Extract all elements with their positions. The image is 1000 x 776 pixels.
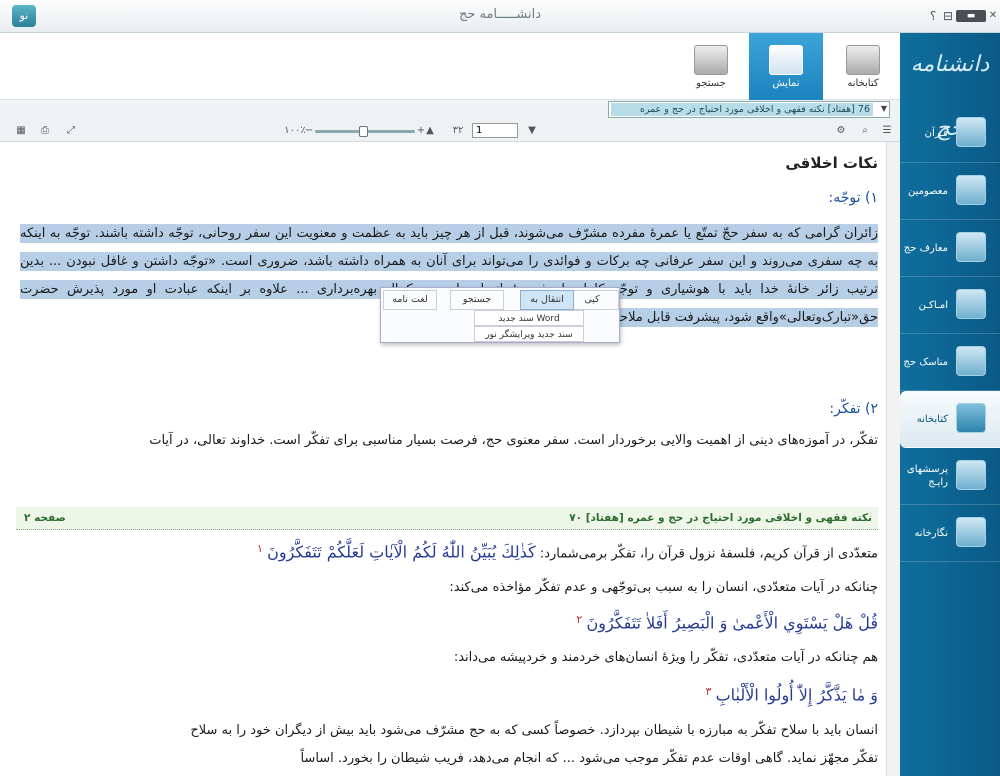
section-heading: ۲) تفکّر:	[829, 401, 878, 417]
magnifier-icon	[694, 45, 728, 75]
text-line: تفکّر مجهّز نماید. گاهی اوقات عدم تفکّر …	[300, 751, 878, 766]
book-icon	[956, 232, 986, 262]
book-bar: × 76 [هفتاد] نکته فقهی و اخلاقی مورد احت…	[0, 100, 900, 120]
window-title: دانشـــــامه حج	[458, 7, 542, 22]
vertical-scrollbar[interactable]	[886, 142, 900, 776]
page-total: ۳۲	[452, 125, 464, 136]
mosque-icon	[956, 289, 986, 319]
sidebar-item-quran[interactable]: قـرآن	[900, 105, 1000, 163]
context-menu: کپی انتقال به جستجو لغت نامه سند جدید Wo…	[380, 287, 620, 343]
tab-label: نمایش	[772, 78, 800, 89]
menu-search[interactable]: جستجو	[450, 290, 504, 310]
sidebar-item-masoumin[interactable]: معصومین	[900, 163, 1000, 220]
footer-page-number: صفحه ۲	[24, 512, 66, 524]
open-book-chip[interactable]: 76 [هفتاد] نکته فقهی و اخلاقی مورد احتیا…	[611, 103, 873, 116]
page-title: نکات اخلاقی	[785, 154, 878, 172]
pilgrim-icon	[956, 346, 986, 376]
section-heading: ۱) توجّه:	[828, 190, 878, 206]
print-icon[interactable]: ⎙	[38, 123, 52, 138]
footnote-number[interactable]: ۲	[576, 613, 582, 626]
open-book-combo[interactable]: × 76 [هفتاد] نکته فقهی و اخلاقی مورد احت…	[608, 101, 890, 118]
menu-dictionary[interactable]: لغت نامه	[383, 290, 437, 310]
zoom-slider[interactable]	[315, 126, 415, 137]
help-button[interactable]: ؟	[926, 6, 940, 26]
paragraph: متعدّدی از قرآن کریم، فلسفۀ نزول قرآن را…	[20, 535, 878, 568]
sidebar-item-amaken[interactable]: امـاکـن	[900, 277, 1000, 334]
books-icon	[846, 45, 880, 75]
sidebar-item-label: قـرآن	[924, 128, 948, 139]
footnote-number[interactable]: ۱	[257, 542, 263, 555]
page-up-button[interactable]: ▲	[424, 123, 436, 138]
menu-new-noor-doc[interactable]: سند جدید ویرایشگر نور	[474, 326, 584, 342]
sidebar-item-label: نگارخانه	[914, 527, 948, 539]
text-line: متعدّدی از قرآن کریم، فلسفۀ نزول قرآن را…	[539, 546, 878, 562]
fullscreen-icon[interactable]: ⤢	[64, 123, 78, 138]
quran-verse-line: قُلْ هَلْ يَسْتَوِي الْأَعْمىٰ وَ الْبَص…	[20, 606, 878, 639]
minimize-button[interactable]: ▬	[956, 10, 986, 22]
quran-verse: قُلْ هَلْ يَسْتَوِي الْأَعْمىٰ وَ الْبَص…	[586, 613, 878, 633]
sidebar: دانشنامه حج قـرآن معصومین معارف حج امـاک…	[900, 33, 1000, 776]
question-icon	[956, 460, 986, 490]
tab-search[interactable]: جستجو	[674, 33, 748, 100]
tab-view[interactable]: نمایش	[749, 33, 823, 100]
list-icon[interactable]: ☰	[880, 123, 894, 138]
document-icon	[769, 45, 803, 75]
sidebar-item-gallery[interactable]: نگارخانه	[900, 505, 1000, 562]
shrine-icon	[956, 175, 986, 205]
sidebar-item-manasek[interactable]: مناسک حج	[900, 334, 1000, 391]
sidebar-item-label: امـاکـن	[918, 299, 948, 311]
document-view[interactable]: نکات اخلاقی ۱) توجّه: زائران گرامی که به…	[0, 142, 900, 776]
quran-icon	[956, 117, 986, 147]
page-input[interactable]: 1	[472, 123, 518, 138]
ribbon: کتابخانه نمایش جستجو	[0, 33, 900, 100]
footer-title: ۷۰ [هفتاد] نکته فقهی و اخلاقی مورد احتیا…	[569, 512, 872, 524]
restore-button[interactable]: ⊟	[940, 6, 956, 26]
grid-icon[interactable]: ▦	[14, 123, 28, 138]
sidebar-item-label: معارف حج	[903, 242, 948, 254]
paragraph: تفکّر، در آموزه‌های دینی از اهمیت والایی…	[149, 433, 878, 448]
book-number: 76	[857, 104, 870, 115]
zoom-slider-knob[interactable]	[359, 126, 368, 137]
sidebar-item-label: مناسک حج	[903, 356, 948, 368]
camera-icon	[956, 517, 986, 547]
page-footer: ۷۰ [هفتاد] نکته فقهی و اخلاقی مورد احتیا…	[16, 507, 878, 530]
quran-verse: وَ مٰا يَذَّكَّرُ إِلاّٰ أُولُوا الْأَلْ…	[715, 685, 878, 705]
tab-label: کتابخانه	[847, 78, 879, 89]
tab-label: جستجو	[696, 78, 726, 89]
zoom-out-button[interactable]: −	[304, 123, 314, 138]
menu-new-word-doc[interactable]: سند جدید Word	[474, 310, 584, 326]
settings-icon[interactable]: ⚙	[834, 123, 848, 138]
footnote-number[interactable]: ۳	[706, 685, 712, 698]
text-line: چنانکه در آیات متعدّدی، انسان را به سبب …	[449, 580, 878, 595]
sidebar-item-label: معصومین	[907, 185, 948, 197]
page-down-button[interactable]: ▼	[526, 123, 538, 138]
search-icon[interactable]: ⌕	[858, 123, 872, 138]
chevron-down-icon[interactable]: ▼	[881, 104, 887, 113]
books-icon	[956, 403, 986, 433]
title-bar: نو دانشـــــامه حج ؟ ⊟ ▬ ✕	[0, 0, 1000, 33]
close-button[interactable]: ✕	[986, 6, 1000, 26]
sidebar-item-label: پرسشهای رایـج	[906, 464, 948, 488]
sidebar-logo: دانشنامه حج	[910, 52, 990, 141]
sidebar-item-label: کتابخانه	[916, 413, 948, 425]
tab-library[interactable]: کتابخانه	[826, 33, 900, 100]
quran-verse-line: وَ مٰا يَذَّكَّرُ إِلاّٰ أُولُوا الْأَلْ…	[20, 678, 879, 711]
sidebar-item-maaref[interactable]: معارف حج	[900, 220, 1000, 277]
view-toolbar: ▦ ⎙ ⤢ ۱۰۰٪ − + ▲ ۳۲ 1 ▼ ⚙ ⌕ ☰	[0, 120, 900, 142]
menu-move-to[interactable]: انتقال به	[520, 290, 574, 310]
sidebar-item-faq[interactable]: پرسشهای رایـج	[900, 448, 1000, 505]
text-line: هم چنانکه در آیات متعدّدی، تفکّر را ویژۀ…	[453, 650, 878, 665]
quran-verse: كَذٰلِكَ يُبَيِّنُ اللّٰهُ لَكُمُ الْآيٰ…	[267, 542, 536, 562]
sidebar-item-library[interactable]: کتابخانه	[900, 391, 1000, 448]
text-line: انسان باید با سلاح تفکّر به مبارزه با شی…	[190, 723, 878, 738]
book-title: [هفتاد] نکته فقهی و اخلاقی مورد احتیاج د…	[639, 104, 855, 115]
